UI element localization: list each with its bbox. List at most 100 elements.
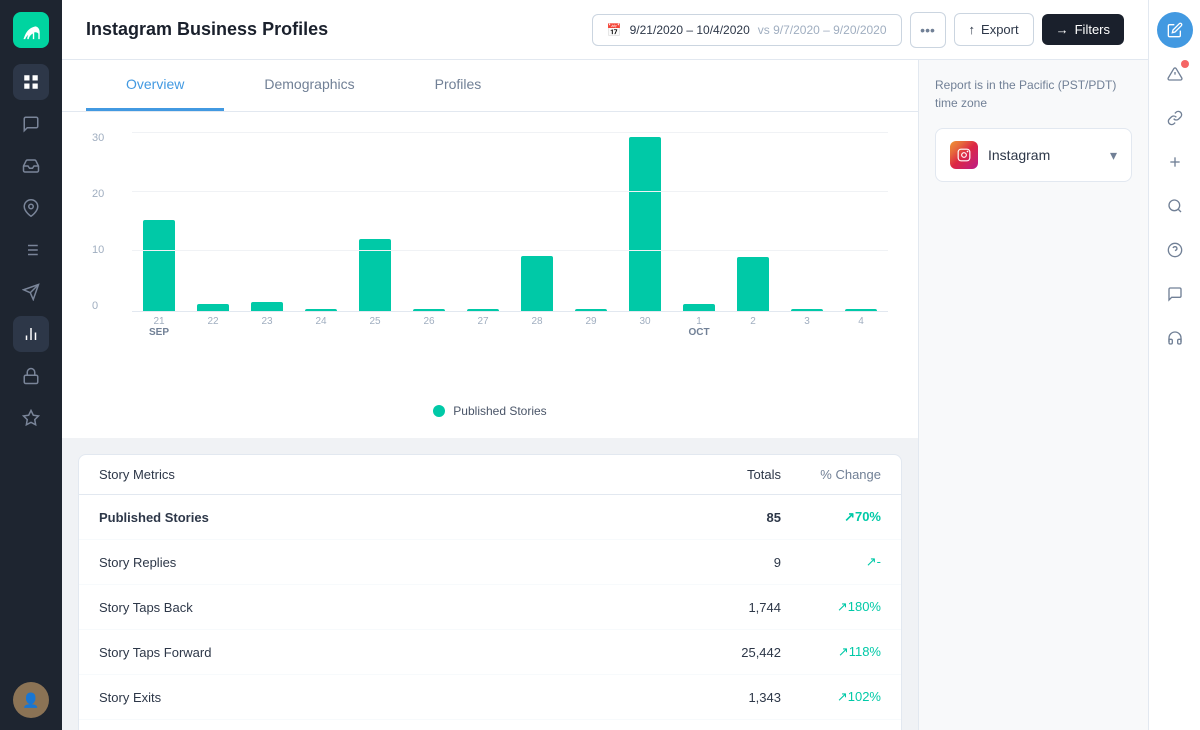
ellipsis-icon: •••: [920, 22, 935, 38]
metrics-table: Story Metrics Totals % Change Published …: [78, 454, 902, 730]
metrics-row-story-taps-forward: Story Taps Forward 25,442 ↗118%: [79, 630, 901, 675]
bar-group-25: [348, 132, 402, 311]
metrics-row-story-taps-back: Story Taps Back 1,744 ↗180%: [79, 585, 901, 630]
metric-name-story-exits: Story Exits: [99, 690, 681, 705]
export-icon: ↑: [969, 22, 976, 37]
sidebar-item-inbox[interactable]: [13, 148, 49, 184]
metric-name-story-replies: Story Replies: [99, 555, 681, 570]
bar-group-oct1: [672, 132, 726, 311]
center-panel: Overview Demographics Profiles 30 20 10 …: [62, 60, 918, 730]
bar-group-21: [132, 132, 186, 311]
alert-button[interactable]: [1157, 56, 1193, 92]
left-sidebar: 👤: [0, 0, 62, 730]
chart-legend: Published Stories: [92, 404, 888, 418]
sidebar-item-messages[interactable]: [13, 106, 49, 142]
tab-profiles[interactable]: Profiles: [395, 60, 522, 111]
y-label-0: 0: [92, 300, 104, 312]
bar-group-24: [294, 132, 348, 311]
y-label-20: 20: [92, 188, 104, 200]
headset-button[interactable]: [1157, 320, 1193, 356]
date-range-button[interactable]: 📅 9/21/2020 – 10/4/2020 vs 9/7/2020 – 9/…: [592, 14, 902, 46]
user-avatar[interactable]: 👤: [13, 682, 49, 718]
instagram-filter[interactable]: Instagram ▾: [935, 128, 1132, 182]
bar-group-29: [564, 132, 618, 311]
metric-change-story-taps-forward: ↗118%: [781, 644, 881, 660]
bar-29: [575, 309, 607, 311]
x-label-oct1: 1OCT: [672, 316, 726, 338]
x-label-23: 23: [240, 316, 294, 338]
bar-oct2: [737, 257, 769, 311]
export-button[interactable]: ↑ Export: [954, 13, 1034, 46]
legend-dot: [433, 405, 445, 417]
right-sidebar: Report is in the Pacific (PST/PDT) time …: [918, 60, 1148, 730]
x-label-25: 25: [348, 316, 402, 338]
metric-change-story-replies: ↗-: [781, 554, 881, 570]
metric-change-story-taps-back: ↗180%: [781, 599, 881, 615]
bar-group-oct2: [726, 132, 780, 311]
chat-button[interactable]: [1157, 276, 1193, 312]
metric-total-story-replies: 9: [681, 555, 781, 570]
sidebar-item-dashboard[interactable]: [13, 64, 49, 100]
bar-oct1: [683, 304, 715, 311]
sidebar-item-pin[interactable]: [13, 190, 49, 226]
bar-28: [521, 256, 553, 311]
sidebar-item-star[interactable]: [13, 400, 49, 436]
x-label-24: 24: [294, 316, 348, 338]
filters-button[interactable]: → Filters: [1042, 14, 1124, 45]
tab-overview[interactable]: Overview: [86, 60, 224, 111]
instagram-icon: [950, 141, 978, 169]
sidebar-bottom: 👤: [13, 682, 49, 718]
bar-group-22: [186, 132, 240, 311]
export-label: Export: [981, 22, 1019, 37]
x-label-26: 26: [402, 316, 456, 338]
add-button[interactable]: [1157, 144, 1193, 180]
filters-label: Filters: [1075, 22, 1110, 37]
bar-30: [629, 137, 661, 311]
y-label-10: 10: [92, 244, 104, 256]
metric-name-story-taps-back: Story Taps Back: [99, 600, 681, 615]
x-label-oct2: 2: [726, 316, 780, 338]
link-button[interactable]: [1157, 100, 1193, 136]
x-label-oct4: 4: [834, 316, 888, 338]
main-area: Instagram Business Profiles 📅 9/21/2020 …: [62, 0, 1148, 730]
app-logo[interactable]: [13, 12, 49, 48]
metrics-row-story-exits: Story Exits 1,343 ↗102%: [79, 675, 901, 720]
x-label-22: 22: [186, 316, 240, 338]
sidebar-item-analytics[interactable]: [13, 316, 49, 352]
tabs-bar: Overview Demographics Profiles: [62, 60, 918, 112]
bar-27: [467, 309, 499, 311]
x-label-27: 27: [456, 316, 510, 338]
x-label-21: 21SEP: [132, 316, 186, 338]
sidebar-item-send[interactable]: [13, 274, 49, 310]
more-options-button[interactable]: •••: [910, 12, 946, 48]
bar-23: [251, 302, 283, 311]
date-range-vs: vs 9/7/2020 – 9/20/2020: [758, 23, 887, 37]
sidebar-item-bot[interactable]: [13, 358, 49, 394]
bar-group-oct3: [780, 132, 834, 311]
alert-badge: [1181, 60, 1189, 68]
far-right-panel: [1148, 0, 1200, 730]
compose-button[interactable]: [1157, 12, 1193, 48]
header-actions: 📅 9/21/2020 – 10/4/2020 vs 9/7/2020 – 9/…: [592, 12, 1124, 48]
col-header-totals: Totals: [681, 467, 781, 482]
tab-demographics[interactable]: Demographics: [224, 60, 394, 111]
instagram-label: Instagram: [988, 147, 1050, 163]
metric-name-published-stories: Published Stories: [99, 510, 681, 525]
bar-22: [197, 304, 229, 311]
col-header-name: Story Metrics: [99, 467, 681, 482]
search-button[interactable]: [1157, 188, 1193, 224]
filter-icon: →: [1056, 22, 1069, 37]
help-button[interactable]: [1157, 232, 1193, 268]
bar-group-30: [618, 132, 672, 311]
y-label-30: 30: [92, 132, 104, 144]
calendar-icon: 📅: [607, 23, 622, 37]
content-area: Overview Demographics Profiles 30 20 10 …: [62, 60, 1148, 730]
bar-group-23: [240, 132, 294, 311]
sidebar-item-list[interactable]: [13, 232, 49, 268]
date-range-text: 9/21/2020 – 10/4/2020: [630, 23, 750, 37]
x-label-29: 29: [564, 316, 618, 338]
bar-oct3: [791, 309, 823, 311]
timezone-note: Report is in the Pacific (PST/PDT) time …: [935, 76, 1132, 112]
bar-oct4: [845, 309, 877, 311]
metrics-row-story-impressions: Story Impressions 32,689 ↗122%: [79, 720, 901, 730]
